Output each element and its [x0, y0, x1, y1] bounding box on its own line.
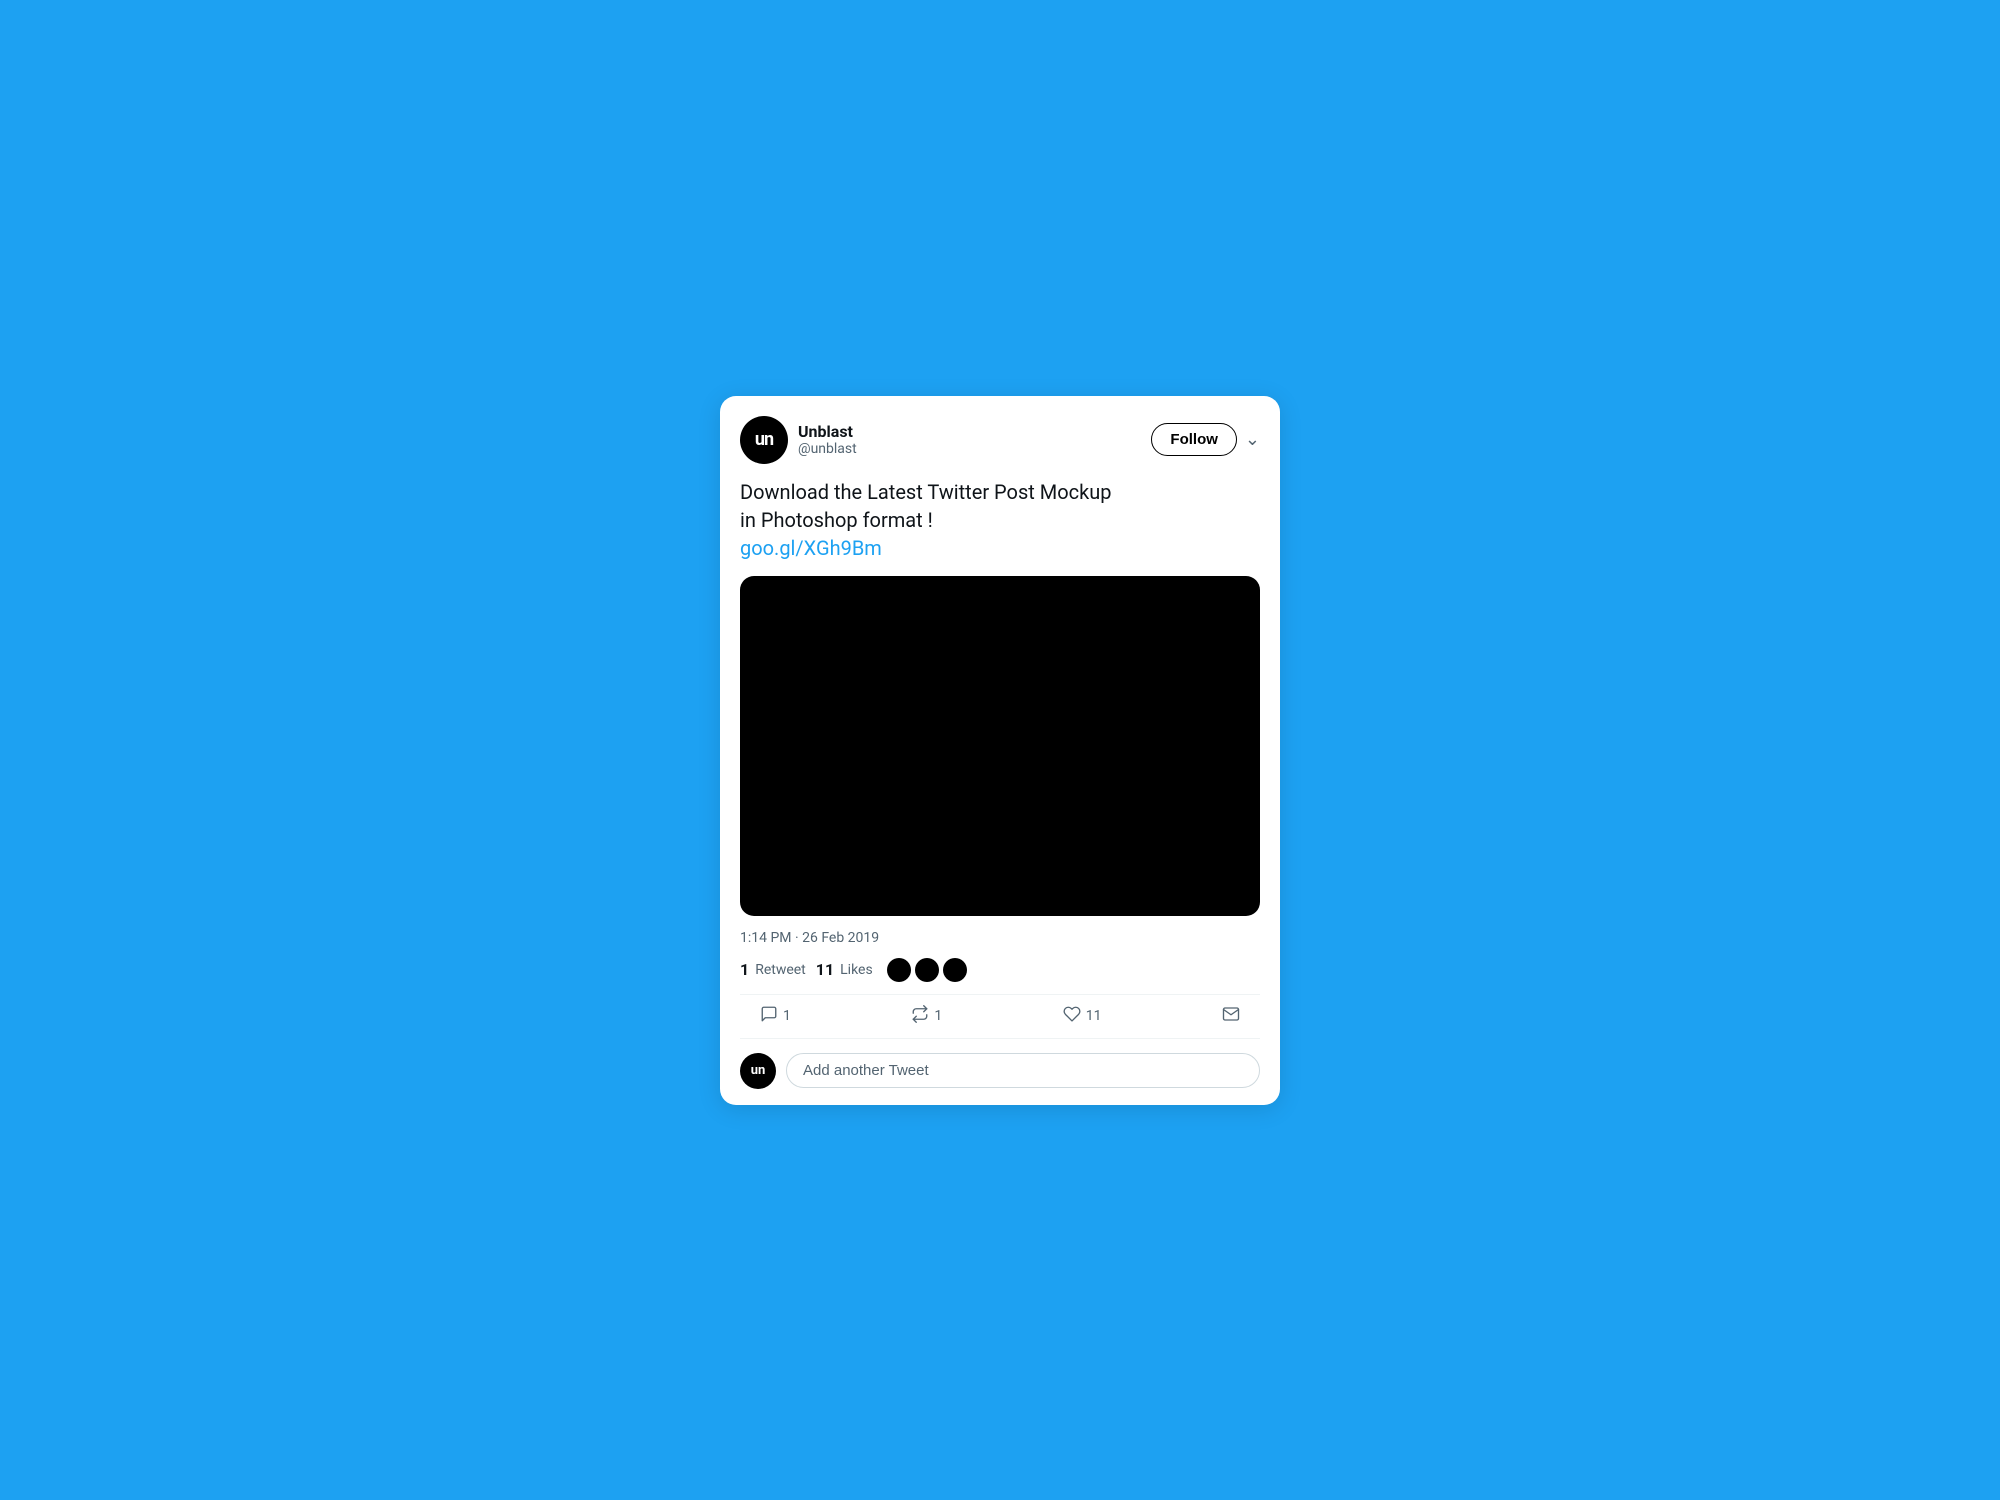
likes-label: Likes: [840, 962, 873, 978]
retweet-action-count: 1: [934, 1008, 942, 1024]
reply-action[interactable]: 1: [760, 1005, 791, 1028]
like-avatar-3: [943, 958, 967, 982]
tweet-text: Download the Latest Twitter Post Mockup …: [740, 478, 1260, 562]
tweet-stats: 1 Retweet 11 Likes: [740, 958, 1260, 995]
retweet-icon: [911, 1005, 929, 1028]
avatar-initials: un: [755, 429, 773, 450]
retweet-label: Retweet: [755, 962, 806, 978]
tweet-header-right: Follow ⌄: [1151, 423, 1260, 456]
follow-button[interactable]: Follow: [1151, 423, 1237, 456]
like-avatar-1: [887, 958, 911, 982]
tweet-timestamp: 1:14 PM · 26 Feb 2019: [740, 930, 1260, 946]
retweet-count: 1: [740, 960, 749, 979]
mail-icon: [1222, 1005, 1240, 1028]
like-action-count: 11: [1086, 1008, 1102, 1024]
like-avatars: [887, 958, 967, 982]
tweet-text-line1: Download the Latest Twitter Post Mockup: [740, 480, 1112, 504]
tweet-card: un Unblast @unblast Follow ⌄ Download th…: [720, 396, 1280, 1105]
reply-input[interactable]: [786, 1053, 1260, 1088]
user-name: Unblast: [798, 422, 857, 441]
tweet-media-image: [740, 576, 1260, 916]
tweet-reply-area: un: [740, 1039, 1260, 1105]
tweet-header: un Unblast @unblast Follow ⌄: [740, 416, 1260, 464]
like-avatar-2: [915, 958, 939, 982]
user-handle: @unblast: [798, 441, 857, 457]
retweet-action[interactable]: 1: [911, 1005, 942, 1028]
mail-action[interactable]: [1222, 1005, 1240, 1028]
user-info: Unblast @unblast: [798, 422, 857, 457]
reply-icon: [760, 1005, 778, 1028]
user-avatar: un: [740, 416, 788, 464]
reply-count: 1: [783, 1008, 791, 1024]
reply-avatar: un: [740, 1053, 776, 1089]
reply-avatar-initials: un: [751, 1063, 766, 1078]
tweet-link[interactable]: goo.gl/XGh9Bm: [740, 536, 882, 560]
tweet-header-left: un Unblast @unblast: [740, 416, 857, 464]
chevron-down-icon[interactable]: ⌄: [1245, 429, 1260, 450]
tweet-text-line2: in Photoshop format !: [740, 508, 933, 532]
tweet-actions: 1 1 11: [740, 995, 1260, 1039]
likes-count: 11: [816, 960, 834, 979]
like-action[interactable]: 11: [1063, 1005, 1102, 1028]
like-icon: [1063, 1005, 1081, 1028]
